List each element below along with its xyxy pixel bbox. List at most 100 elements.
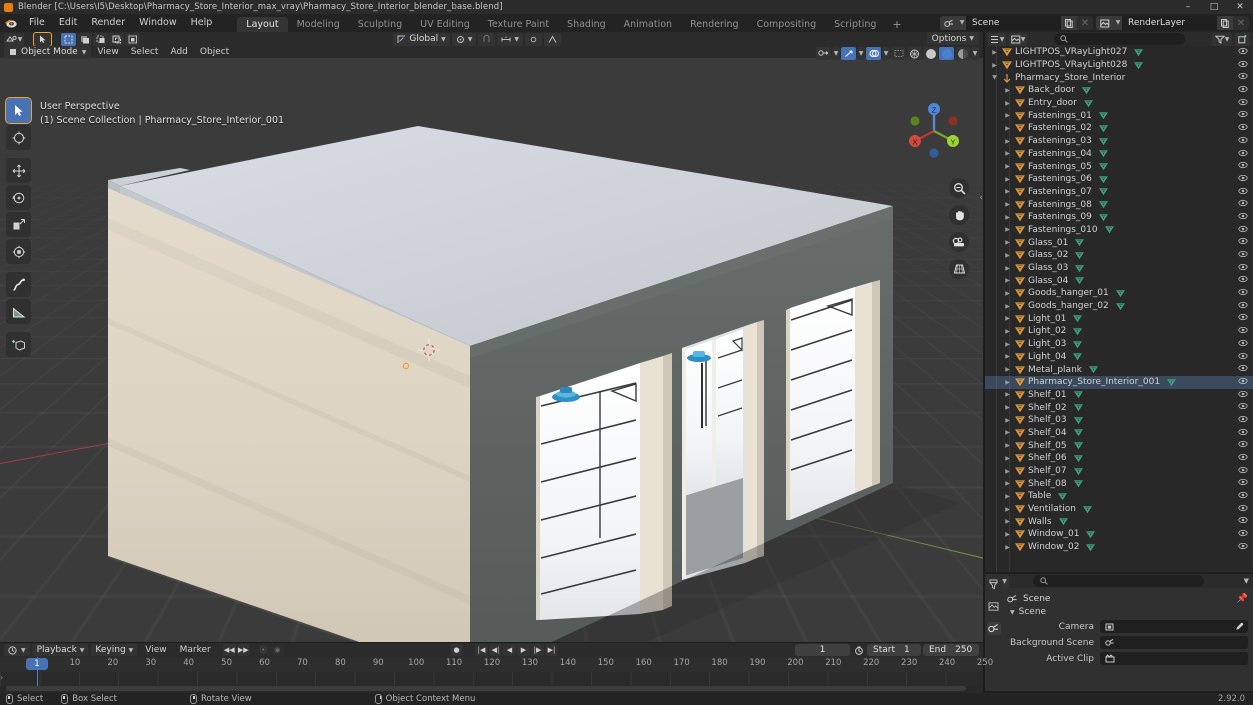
expand-toggle-icon[interactable]: ▼ <box>989 74 1000 81</box>
snap-toggle-button[interactable] <box>478 32 496 46</box>
expand-toggle-icon[interactable]: ▶ <box>1002 404 1013 411</box>
view-layer-selector[interactable]: ▼ RenderLayer ✕ <box>1096 16 1249 30</box>
mesh-data-icon[interactable] <box>1075 238 1085 247</box>
viewport-menu-object[interactable]: Object <box>194 46 235 58</box>
outliner-row[interactable]: ▶ Goods_hanger_02 <box>985 300 1253 313</box>
expand-toggle-icon[interactable]: ▶ <box>1002 480 1013 487</box>
move-tool[interactable] <box>6 158 31 183</box>
expand-toggle-icon[interactable]: ▶ <box>1002 290 1013 297</box>
mesh-data-icon[interactable] <box>1073 441 1083 450</box>
outliner-row[interactable]: ▶ Shelf_04 <box>985 427 1253 440</box>
menu-render[interactable]: Render <box>84 14 132 32</box>
visibility-eye-icon[interactable] <box>1238 288 1248 299</box>
mesh-data-icon[interactable] <box>1073 314 1083 323</box>
visibility-eye-icon[interactable] <box>1238 72 1248 83</box>
auto-key-icon-b[interactable]: ◉ <box>270 644 284 656</box>
mesh-data-icon[interactable] <box>1083 505 1092 514</box>
outliner-row[interactable]: ▶ Glass_04 <box>985 274 1253 287</box>
select-invert-button[interactable] <box>109 32 124 46</box>
visibility-eye-icon[interactable] <box>1238 352 1248 363</box>
visibility-eye-icon[interactable] <box>1238 174 1248 185</box>
timeline-track-area[interactable] <box>0 672 983 686</box>
annotate-tool[interactable] <box>6 272 31 297</box>
outliner-row[interactable]: ▶ Walls <box>985 515 1253 528</box>
snap-settings-selector[interactable]: ▼ <box>497 32 523 46</box>
visibility-eye-icon[interactable] <box>1238 516 1248 527</box>
playhead-frame-label[interactable]: 1 <box>26 657 48 670</box>
visibility-caret-icon[interactable]: ▼ <box>832 47 840 60</box>
expand-toggle-icon[interactable]: ▶ <box>1002 150 1013 157</box>
mesh-data-icon[interactable] <box>1098 137 1108 146</box>
scene-panel-header[interactable]: ▼ Scene <box>1007 605 1248 619</box>
mesh-data-icon[interactable] <box>1073 454 1083 463</box>
expand-toggle-icon[interactable]: ▶ <box>1002 265 1013 272</box>
outliner-editor[interactable]: ▼ ▼ ▼ ▶ LIGHTPOS_VRayLight027 ▶ LIGHTPOS_VR… <box>985 32 1253 572</box>
outliner-row[interactable]: ▶ Shelf_01 <box>985 389 1253 402</box>
mesh-data-icon[interactable] <box>1073 467 1083 476</box>
menu-file[interactable]: File <box>22 14 52 32</box>
outliner-row[interactable]: ▶ Shelf_07 <box>985 465 1253 478</box>
outliner-row[interactable]: ▶ Shelf_05 <box>985 439 1253 452</box>
cursor-select-mode-button[interactable] <box>33 32 52 47</box>
tab-shading[interactable]: Shading <box>558 17 615 32</box>
visibility-eye-icon[interactable] <box>1238 110 1248 121</box>
outliner-row[interactable]: ▶ Fastenings_07 <box>985 186 1253 199</box>
expand-toggle-icon[interactable]: ▶ <box>989 49 1000 56</box>
mesh-data-icon[interactable] <box>1098 111 1108 120</box>
shading-rendered-button[interactable] <box>955 47 970 60</box>
mesh-data-icon[interactable] <box>1115 289 1125 298</box>
active-clip-field[interactable] <box>1100 652 1248 665</box>
mesh-data-icon[interactable] <box>1089 365 1098 374</box>
outliner-new-collection-button[interactable] <box>1235 32 1250 46</box>
timeline-channel-expand-arrow[interactable]: › <box>0 673 3 682</box>
interaction-mode-selector[interactable]: Object Mode ▼ <box>4 45 92 59</box>
expand-toggle-icon[interactable]: ▶ <box>1002 125 1013 132</box>
visibility-eye-icon[interactable] <box>1238 364 1248 375</box>
current-frame-field[interactable]: 1 <box>795 644 850 656</box>
proportional-editing-toggle[interactable] <box>525 32 542 46</box>
timeline-horizontal-scrollbar[interactable] <box>6 686 966 691</box>
use-preview-range-icon[interactable] <box>852 644 865 656</box>
outliner-row[interactable]: ▶ Metal_plank <box>985 363 1253 376</box>
outliner-row[interactable]: ▶ Entry_door <box>985 97 1253 110</box>
expand-toggle-icon[interactable]: ▶ <box>1002 100 1013 107</box>
3d-viewport[interactable]: ▼ Global ▼ ▼ ▼ Options ▼ Object Mode ▼ V… <box>0 32 983 642</box>
zoom-icon[interactable] <box>949 178 969 198</box>
expand-toggle-icon[interactable]: ▶ <box>1002 353 1013 360</box>
outliner-row[interactable]: ▶ Back_door <box>985 84 1253 97</box>
outliner-search-input[interactable] <box>1054 33 1185 45</box>
visibility-eye-icon[interactable] <box>1238 440 1248 451</box>
timeline-editor[interactable]: ▼ Playback ▼ Keying ▼ View Marker ◀◀ ▶▶ … <box>0 643 993 693</box>
outliner-row[interactable]: ▶ Shelf_08 <box>985 477 1253 490</box>
visibility-eye-icon[interactable] <box>1238 428 1248 439</box>
select-intersect-button[interactable] <box>125 32 140 46</box>
outliner-row[interactable]: ▶ LIGHTPOS_VRayLight028 <box>985 59 1253 72</box>
visibility-eye-icon[interactable] <box>1238 136 1248 147</box>
mesh-data-icon[interactable] <box>1134 48 1144 57</box>
mesh-data-icon[interactable] <box>1086 543 1096 552</box>
menu-window[interactable]: Window <box>132 14 183 32</box>
outliner-tree[interactable]: ▶ LIGHTPOS_VRayLight027 ▶ LIGHTPOS_VRayLigh… <box>985 46 1253 572</box>
visibility-eye-icon[interactable] <box>1238 542 1248 553</box>
mesh-data-icon[interactable] <box>1098 200 1108 209</box>
tab-compositing[interactable]: Compositing <box>748 17 826 32</box>
scene-side-icon[interactable] <box>986 622 1001 635</box>
expand-toggle-icon[interactable]: ▶ <box>1002 455 1013 462</box>
expand-toggle-icon[interactable]: ▶ <box>1002 163 1013 170</box>
outliner-row[interactable]: ▶ Fastenings_01 <box>985 109 1253 122</box>
expand-toggle-icon[interactable]: ▶ <box>1002 518 1013 525</box>
outliner-display-mode-selector[interactable]: ▼ <box>1009 32 1027 46</box>
outliner-row[interactable]: ▶ Fastenings_03 <box>985 135 1253 148</box>
visibility-eye-icon[interactable] <box>1238 402 1248 413</box>
expand-toggle-icon[interactable]: ▶ <box>1002 87 1013 94</box>
mesh-data-icon[interactable] <box>1073 428 1083 437</box>
visibility-eye-icon[interactable] <box>1238 199 1248 210</box>
jump-to-prev-keyframe-button[interactable]: ◀◀ <box>222 644 236 656</box>
visibility-eye-icon[interactable] <box>1238 390 1248 401</box>
camera-view-icon[interactable] <box>949 232 969 252</box>
expand-toggle-icon[interactable]: ▶ <box>1002 429 1013 436</box>
outliner-row[interactable]: ▶ LIGHTPOS_VRayLight027 <box>985 46 1253 59</box>
mesh-data-icon[interactable] <box>1098 175 1108 184</box>
mesh-data-icon[interactable] <box>1081 86 1091 95</box>
expand-toggle-icon[interactable]: ▶ <box>1002 201 1013 208</box>
